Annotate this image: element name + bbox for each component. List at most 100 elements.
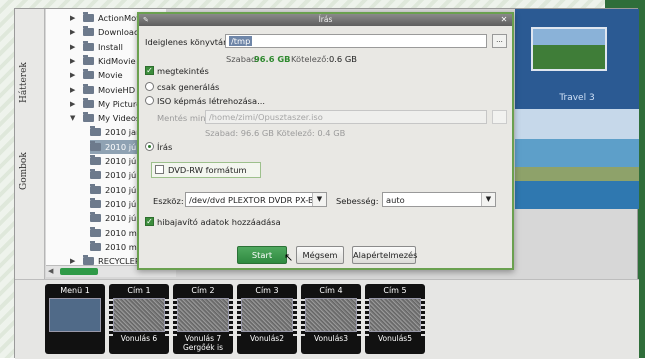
collapsed-arrow-icon[interactable]: ▶ [70,57,78,65]
film-strip-icon [293,296,297,336]
close-icon[interactable]: ✕ [499,15,509,24]
menu-item-thumbnail [49,298,101,332]
iso-space-info: Szabad: 96.6 GB Kötelező: 0.4 GB [205,128,346,138]
folder-icon [90,183,101,194]
film-strip-icon [229,296,233,336]
folder-icon [90,212,101,223]
folder-icon [83,69,94,80]
radio-generate-only[interactable] [145,82,154,91]
film-strip-icon [365,296,369,336]
title-menu-item[interactable]: Cím 2 Vonulás 7 Gergőék is [173,284,233,354]
collapsed-arrow-icon[interactable]: ▶ [70,28,78,36]
save-as-input[interactable]: /home/zimi/Opusztaszer.iso [205,110,487,124]
title-menu-item[interactable]: Cím 4 Vonulás3 [301,284,361,354]
tree-item-label: RECYCLER [98,256,141,265]
tab-backgrounds[interactable]: Hátterek [19,53,41,113]
film-strip-icon [109,296,113,336]
film-strip-icon [421,296,425,336]
menu-item-thumbnail [177,298,229,332]
tree-item-label: My Videos [98,113,141,124]
speed-label: Sebesség: [336,196,379,206]
device-label: Eszköz: [153,196,184,206]
write-dialog: ✎ Írás ✕ Ideiglenes könyvtár: /tmp ... S… [137,12,514,270]
tree-item-label: Movie [98,70,123,81]
main-menu-item[interactable]: Menü 1 [45,284,105,354]
temp-dir-label: Ideiglenes könyvtár: [145,37,230,47]
title-menu-item[interactable]: Cím 1 Vonulás 6 [109,284,169,354]
folder-icon [90,197,101,208]
folder-icon [90,140,101,151]
folder-icon [90,240,101,251]
dvdrw-checkbox[interactable] [155,165,164,174]
tab-buttons[interactable]: Gombok [19,141,41,201]
film-strip-icon [357,296,361,336]
preview-thumbnail[interactable] [531,27,607,71]
radio-create-iso[interactable] [145,96,154,105]
chevron-down-icon[interactable]: ▼ [481,193,495,206]
folder-icon [90,126,101,137]
menu-item-subtitle: Vonulás5 [377,334,412,343]
speed-value: auto [386,195,405,205]
menu-item-thumbnail [113,298,165,332]
film-strip-icon [173,296,177,336]
radio-write[interactable] [145,142,154,151]
menu-item-subtitle: Vonulás2 [249,334,284,343]
folder-icon [83,255,94,265]
title-menu-item[interactable]: Cím 5 Vonulás5 [365,284,425,354]
ecc-label: hibajavító adatok hozzáadása [157,217,281,227]
menu-item-title: Cím 3 [255,286,279,295]
ecc-checkbox[interactable]: ✓ [145,217,154,226]
device-select[interactable]: /dev/dvd PLEXTOR DVDR PX-B300 ▼ [185,192,327,207]
create-iso-label: ISO képmás létrehozása... [157,96,265,106]
device-value: /dev/dvd PLEXTOR DVDR PX-B300 [189,195,327,205]
menu-item-title: Cím 5 [383,286,407,295]
folder-icon [83,83,94,94]
menu-item-title: Cím 2 [191,286,215,295]
scroll-left-icon[interactable]: ◀ [48,267,53,275]
free-value: 96.6 GB [254,54,291,64]
film-strip-icon [165,296,169,336]
collapsed-arrow-icon[interactable]: ▶ [70,100,78,108]
menu-item-title: Menü 1 [60,286,90,295]
save-as-label: Mentés mint: [157,113,212,123]
keep-checkbox[interactable]: ✓ [145,66,154,75]
temp-dir-input[interactable]: /tmp [225,34,487,48]
expanded-arrow-icon[interactable]: ▼ [70,114,78,122]
menu-item-subtitle: Vonulás3 [313,334,348,343]
tree-item-label: Install [98,41,123,52]
mouse-cursor-icon: ↖ [284,251,294,264]
menu-item-title: Cím 1 [127,286,151,295]
folder-icon [90,226,101,237]
generate-only-label: csak generálás [157,82,220,92]
write-label: Írás [157,142,173,152]
collapsed-arrow-icon[interactable]: ▶ [70,257,78,265]
preview-scene-image [515,109,639,209]
folder-icon [83,40,94,51]
save-as-browse-button[interactable] [492,110,507,124]
speed-select[interactable]: auto ▼ [382,192,496,207]
dialog-title: Írás [318,15,333,24]
title-menu-item[interactable]: Cím 3 Vonulás2 [237,284,297,354]
folder-icon [83,12,94,22]
folder-icon [83,54,94,65]
collapsed-arrow-icon[interactable]: ▶ [70,71,78,79]
preview-label: Travel 3 [559,93,595,103]
defaults-button[interactable]: Alapértelmezés [352,246,417,264]
required-label: Kötelező: [291,54,330,64]
folder-icon [90,169,101,180]
cancel-button[interactable]: Mégsem [296,246,344,264]
scroll-thumb[interactable] [60,268,98,275]
collapsed-arrow-icon[interactable]: ▶ [70,14,78,22]
menu-item-subtitle: Vonulás 6 [120,334,158,343]
temp-dir-browse-button[interactable]: ... [492,34,507,48]
collapsed-arrow-icon[interactable]: ▶ [70,43,78,51]
collapsed-arrow-icon[interactable]: ▶ [70,86,78,94]
keep-label: megtekintés [157,66,209,76]
menu-item-subtitle: Vonulás 7 Gergőék is [182,334,224,352]
menu-item-thumbnail [305,298,357,332]
start-button[interactable]: Start [237,246,287,264]
folder-icon [90,155,101,165]
tree-item-label: Download [98,27,140,38]
vertical-tabs: Hátterek Gombok [15,9,45,279]
chevron-down-icon[interactable]: ▼ [312,193,326,206]
